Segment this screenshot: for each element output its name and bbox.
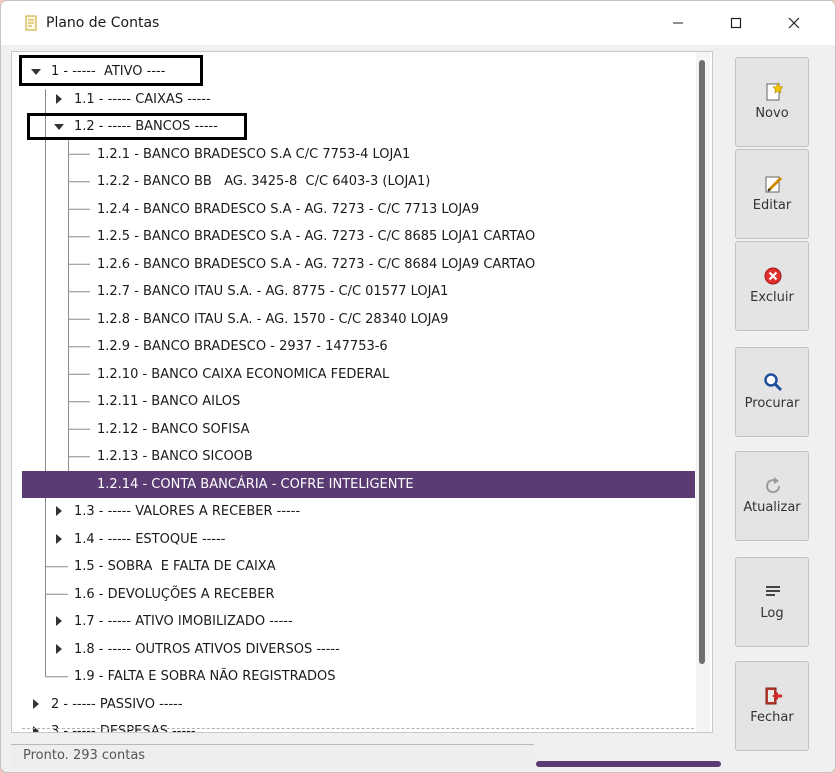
tree-row-label: 1.2.8 - BANCO ITAU S.A. - AG. 1570 - C/C… [97, 311, 449, 327]
tree-row[interactable]: 1.2.5 - BANCO BRADESCO S.A - AG. 7273 - … [22, 223, 695, 250]
tree-row[interactable]: 1.2.6 - BANCO BRADESCO S.A - AG. 7273 - … [22, 251, 695, 278]
status-bar: Pronto. 293 contas [11, 744, 534, 767]
log-button[interactable]: Log [735, 557, 809, 647]
refresh-icon [766, 477, 781, 494]
tree-row[interactable]: 1.2 - ----- BANCOS ----- [22, 113, 695, 140]
expand-arrow-icon[interactable] [56, 506, 62, 516]
tree-row[interactable]: 3 - ----- DESPESAS ----- [22, 718, 695, 733]
plano-de-contas-window: Plano de Contas 1 - ----- ATIVO ---- 1.1 … [0, 0, 836, 773]
expand-arrow-icon[interactable] [33, 698, 39, 709]
vertical-scroll-thumb[interactable] [699, 60, 705, 664]
tree-row[interactable]: 1.8 - ----- OUTROS ATIVOS DIVERSOS ----- [22, 636, 695, 663]
tree-row[interactable]: 1.2.14 - CONTA BANCÁRIA - COFRE INTELIGE… [22, 470, 695, 498]
tree-row-label: 1.2.13 - BANCO SICOOB [97, 449, 253, 464]
tree-row[interactable]: 1 - ----- ATIVO ---- [22, 58, 695, 85]
collapse-arrow-icon[interactable] [54, 124, 64, 130]
tree-row[interactable]: 1.5 - SOBRA E FALTA DE CAIXA [22, 553, 695, 580]
excluir-button-label: Excluir [750, 290, 794, 305]
expand-arrow-icon[interactable] [56, 643, 62, 654]
tree-row-label: 1.2.4 - BANCO BRADESCO S.A - AG. 7273 - … [97, 201, 480, 217]
tree-focus-border [22, 728, 694, 729]
tree-row-label: 1.1 - ----- CAIXAS ----- [74, 91, 211, 107]
tree-row[interactable]: 1.2.4 - BANCO BRADESCO S.A - AG. 7273 - … [22, 196, 695, 223]
fechar-button[interactable]: Fechar [735, 661, 809, 751]
expand-arrow-icon[interactable] [56, 533, 62, 544]
tree-row-label: 1.2.14 - CONTA BANCÁRIA - COFRE INTELIGE… [97, 476, 414, 492]
maximize-button[interactable] [707, 1, 765, 45]
tree-row[interactable]: 1.9 - FALTA E SOBRA NÃO REGISTRADOS [22, 663, 695, 690]
tree-row[interactable]: 1.2.11 - BANCO AILOS [22, 388, 695, 415]
tree-row[interactable]: 1.2.2 - BANCO BB AG. 3425-8 C/C 6403-3 (… [22, 168, 695, 195]
title-bar[interactable]: Plano de Contas [1, 1, 835, 45]
tree-row-label: 1.2.11 - BANCO AILOS [97, 394, 241, 409]
tree-row[interactable]: 1.2.12 - BANCO SOFISA [22, 416, 695, 443]
tree-row-label: 1.2 - ----- BANCOS ----- [74, 119, 218, 134]
app-icon [25, 15, 37, 31]
edit-icon [765, 176, 783, 193]
tree-row[interactable]: 1.2.1 - BANCO BRADESCO S.A C/C 7753-4 LO… [22, 141, 695, 168]
tree-row[interactable]: 1.2.7 - BANCO ITAU S.A. - AG. 8775 - C/C… [22, 278, 695, 305]
minimize-button[interactable] [649, 1, 707, 45]
tree-row-label: 1 - ----- ATIVO ---- [51, 64, 166, 79]
tree-row-label: 1.9 - FALTA E SOBRA NÃO REGISTRADOS [74, 669, 336, 684]
log-button-label: Log [760, 606, 784, 621]
window-title: Plano de Contas [46, 15, 160, 31]
tree-row[interactable]: 1.2.9 - BANCO BRADESCO - 2937 - 147753-6 [22, 333, 695, 360]
new-document-icon [766, 82, 783, 101]
atualizar-button-label: Atualizar [743, 500, 801, 515]
tree-row[interactable]: 1.3 - ----- VALORES A RECEBER ----- [22, 498, 695, 525]
tree-row[interactable]: 1.2.10 - BANCO CAIXA ECONOMICA FEDERAL [22, 361, 695, 388]
atualizar-button[interactable]: Atualizar [735, 451, 809, 541]
tree-row-label: 1.3 - ----- VALORES A RECEBER ----- [74, 504, 301, 519]
minimize-icon [673, 22, 683, 24]
accounts-tree[interactable]: 1 - ----- ATIVO ---- 1.1 - ----- CAIXAS -… [11, 51, 713, 733]
tree-row-label: 1.4 - ----- ESTOQUE ----- [74, 531, 226, 547]
maximize-icon [730, 17, 742, 29]
tree-row-label: 1.2.6 - BANCO BRADESCO S.A - AG. 7273 - … [97, 256, 536, 272]
status-text: Pronto. 293 contas [23, 748, 146, 763]
tree-row-label: 1.2.9 - BANCO BRADESCO - 2937 - 147753-6 [97, 339, 388, 354]
tree-row-label: 1.2.10 - BANCO CAIXA ECONOMICA FEDERAL [97, 366, 390, 382]
tree-row[interactable]: 1.2.8 - BANCO ITAU S.A. - AG. 1570 - C/C… [22, 306, 695, 333]
tree-row-label: 1.6 - DEVOLUÇÕES A RECEBER [74, 586, 275, 602]
editar-button[interactable]: Editar [735, 149, 809, 239]
tree-row-label: 2 - ----- PASSIVO ----- [51, 696, 183, 712]
tree-row-label: 1.8 - ----- OUTROS ATIVOS DIVERSOS ----- [74, 641, 340, 657]
tree-row[interactable]: 1.2.13 - BANCO SICOOB [22, 443, 695, 470]
tree-row[interactable]: 1.4 - ----- ESTOQUE ----- [22, 526, 695, 553]
action-button-column: Novo Editar Excluir Procurar Atualizar Log Fec… [723, 45, 835, 772]
tree-row-label: 1.2.12 - BANCO SOFISA [97, 421, 250, 437]
tree-row-label: 1.2.5 - BANCO BRADESCO S.A - AG. 7273 - … [97, 229, 536, 244]
close-button[interactable] [765, 1, 823, 45]
tree-row-label: 1.7 - ----- ATIVO IMOBILIZADO ----- [74, 614, 293, 629]
novo-button-label: Novo [755, 106, 789, 121]
log-icon [766, 586, 780, 596]
search-icon [764, 373, 783, 392]
tree-row-label: 1.2.2 - BANCO BB AG. 3425-8 C/C 6403-3 (… [97, 174, 431, 189]
tree-row[interactable]: 1.7 - ----- ATIVO IMOBILIZADO ----- [22, 608, 695, 635]
close-icon [788, 17, 800, 29]
horizontal-scroll-thumb[interactable] [536, 761, 721, 767]
collapse-arrow-icon[interactable] [31, 69, 41, 75]
tree-row-label: 1.2.7 - BANCO ITAU S.A. - AG. 8775 - C/C… [97, 284, 449, 299]
procurar-button[interactable]: Procurar [735, 347, 809, 437]
excluir-button[interactable]: Excluir [735, 241, 809, 331]
tree-row-label: 1.2.1 - BANCO BRADESCO S.A C/C 7753-4 LO… [97, 146, 411, 162]
exit-icon [765, 687, 782, 705]
novo-button[interactable]: Novo [735, 57, 809, 147]
expand-arrow-icon[interactable] [56, 616, 62, 626]
editar-button-label: Editar [752, 198, 792, 213]
procurar-button-label: Procurar [744, 396, 800, 411]
tree-row-label: 3 - ----- DESPESAS ----- [51, 724, 196, 733]
tree-row-label: 1.5 - SOBRA E FALTA DE CAIXA [74, 559, 276, 574]
tree-row[interactable]: 1.1 - ----- CAIXAS ----- [22, 86, 695, 113]
delete-icon [764, 267, 782, 285]
tree-row[interactable]: 1.6 - DEVOLUÇÕES A RECEBER [22, 581, 695, 608]
fechar-button-label: Fechar [750, 710, 794, 725]
tree-row[interactable]: 2 - ----- PASSIVO ----- [22, 691, 695, 718]
expand-arrow-icon[interactable] [56, 93, 62, 104]
